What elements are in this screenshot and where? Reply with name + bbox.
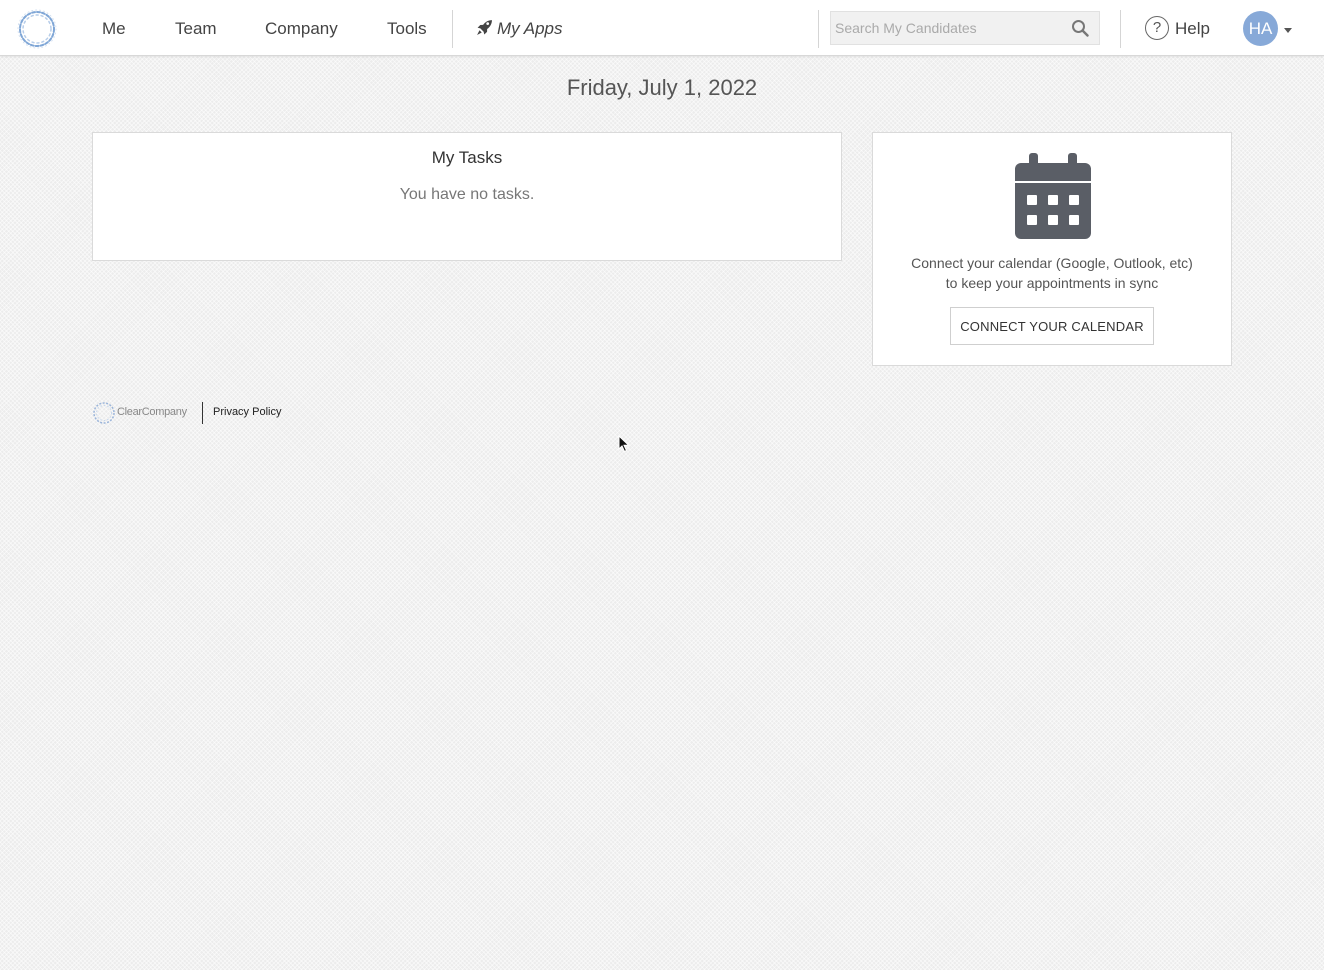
nav-item-me[interactable]: Me <box>102 0 126 56</box>
calendar-description-line-1: Connect your calendar (Google, Outlook, … <box>911 255 1193 271</box>
nav-divider <box>452 10 453 48</box>
help-label: Help <box>1175 19 1210 38</box>
calendar-description: Connect your calendar (Google, Outlook, … <box>873 253 1231 293</box>
connect-calendar-button[interactable]: CONNECT YOUR CALENDAR <box>950 307 1154 345</box>
nav-item-company[interactable]: Company <box>265 0 338 56</box>
privacy-policy-link[interactable]: Privacy Policy <box>213 406 281 418</box>
nav-item-my-apps[interactable]: My Apps <box>476 0 563 56</box>
rocket-icon <box>477 20 492 35</box>
chevron-down-icon[interactable] <box>1284 28 1292 33</box>
footer-divider <box>202 402 203 424</box>
calendar-icon <box>1015 153 1091 239</box>
mouse-pointer-icon <box>618 435 630 453</box>
nav-item-tools[interactable]: Tools <box>387 0 427 56</box>
nav-divider <box>1120 10 1121 48</box>
nav-divider <box>818 10 819 48</box>
clearcompany-logo-icon <box>93 402 115 424</box>
top-navigation-bar: Me Team Company Tools My Apps ? Help HA <box>0 0 1324 56</box>
my-tasks-card: My Tasks You have no tasks. <box>92 132 842 261</box>
brand-logo-icon[interactable] <box>16 8 58 50</box>
no-tasks-message: You have no tasks. <box>399 186 535 203</box>
my-apps-label: My Apps <box>497 19 563 38</box>
my-tasks-title: My Tasks <box>431 148 503 167</box>
user-avatar[interactable]: HA <box>1243 11 1278 46</box>
search-box <box>830 11 1100 45</box>
search-input[interactable] <box>831 12 1079 44</box>
footer-brand-name: ClearCompany <box>117 406 187 418</box>
help-link[interactable]: ? Help <box>1145 0 1210 56</box>
question-circle-icon: ? <box>1145 15 1169 40</box>
calendar-connect-card: Connect your calendar (Google, Outlook, … <box>872 132 1232 366</box>
nav-item-team[interactable]: Team <box>175 0 217 56</box>
search-icon[interactable] <box>1071 19 1089 37</box>
page-date: Friday, July 1, 2022 <box>566 75 758 100</box>
calendar-description-line-2: to keep your appointments in sync <box>945 275 1159 291</box>
